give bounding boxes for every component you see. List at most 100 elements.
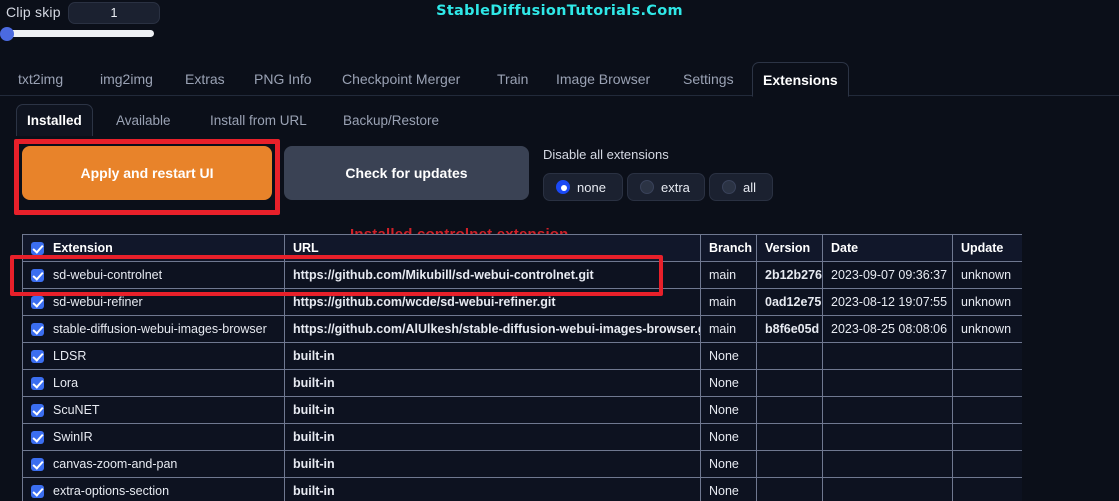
table-row[interactable]: SwinIR built-in None [22, 423, 1022, 451]
extension-name: canvas-zoom-and-pan [53, 457, 178, 471]
cell-date [822, 423, 953, 451]
cell-url: https://github.com/Mikubill/sd-webui-con… [284, 261, 701, 289]
sub-tab-available[interactable]: Available [106, 104, 181, 136]
cell-version: 0ad12e75 [756, 288, 823, 316]
table-row[interactable]: Lora built-in None [22, 369, 1022, 397]
select-all-checkbox[interactable] [31, 241, 44, 255]
row-enable-checkbox[interactable] [31, 376, 44, 390]
main-tab-image-browser[interactable]: Image Browser [546, 62, 660, 96]
cell-branch: None [700, 477, 757, 501]
column-header-extension[interactable]: Extension [22, 234, 285, 262]
clip-skip-slider-track[interactable] [4, 30, 154, 37]
extension-name: ScuNET [53, 403, 100, 417]
table-row[interactable]: sd-webui-controlnet https://github.com/Mi… [22, 261, 1022, 289]
sub-tab-backup-restore[interactable]: Backup/Restore [333, 104, 449, 136]
radio-option-all[interactable]: all [709, 173, 773, 201]
cell-date [822, 342, 953, 370]
cell-update: unknown [952, 261, 1022, 289]
sub-tab-install-from-url[interactable]: Install from URL [200, 104, 317, 136]
cell-extension: stable-diffusion-webui-images-browser [22, 315, 285, 343]
cell-extension: canvas-zoom-and-pan [22, 450, 285, 478]
clip-skip-slider-thumb[interactable] [0, 27, 14, 41]
radio-dot-icon [722, 180, 736, 194]
sub-tab-installed[interactable]: Installed [16, 104, 93, 136]
radio-option-label: all [743, 179, 757, 195]
cell-branch: None [700, 342, 757, 370]
row-enable-checkbox[interactable] [31, 349, 44, 363]
cell-url: built-in [284, 477, 701, 501]
cell-url: built-in [284, 369, 701, 397]
cell-url: built-in [284, 396, 701, 424]
table-header-row: Extension URL Branch Version Date Update [22, 234, 1022, 262]
installed-extensions-table-container: Extension URL Branch Version Date Update sd-w… [22, 234, 1022, 501]
cell-update [952, 477, 1022, 501]
radio-option-none[interactable]: none [543, 173, 623, 201]
cell-version [756, 342, 823, 370]
cell-version [756, 369, 823, 397]
apply-and-restart-ui-button[interactable]: Apply and restart UI [22, 146, 272, 200]
cell-version [756, 396, 823, 424]
row-enable-checkbox[interactable] [31, 457, 44, 471]
cell-url: built-in [284, 423, 701, 451]
cell-url: built-in [284, 450, 701, 478]
cell-extension: sd-webui-refiner [22, 288, 285, 316]
main-tab-extras[interactable]: Extras [175, 62, 235, 96]
radio-option-label: extra [661, 179, 690, 195]
cell-update [952, 450, 1022, 478]
row-enable-checkbox[interactable] [31, 268, 44, 282]
cell-date [822, 450, 953, 478]
main-tab-txt2img[interactable]: txt2img [8, 62, 73, 96]
cell-extension: Lora [22, 369, 285, 397]
site-watermark: StableDiffusionTutorials.Com [436, 3, 683, 19]
table-row[interactable]: extra-options-section built-in None [22, 477, 1022, 501]
row-enable-checkbox[interactable] [31, 484, 44, 498]
extension-name: extra-options-section [53, 484, 170, 498]
radio-dot-icon [640, 180, 654, 194]
cell-branch: None [700, 369, 757, 397]
cell-date [822, 396, 953, 424]
column-header-version[interactable]: Version [756, 234, 823, 262]
cell-date [822, 369, 953, 397]
cell-date: 2023-09-07 09:36:37 [822, 261, 953, 289]
disable-all-extensions-label: Disable all extensions [543, 147, 669, 162]
cell-version [756, 450, 823, 478]
cell-branch: None [700, 423, 757, 451]
row-enable-checkbox[interactable] [31, 322, 44, 336]
table-row[interactable]: canvas-zoom-and-pan built-in None [22, 450, 1022, 478]
main-tab-train[interactable]: Train [487, 62, 538, 96]
table-row[interactable]: ScuNET built-in None [22, 396, 1022, 424]
cell-version [756, 477, 823, 501]
main-tab-extensions[interactable]: Extensions [752, 62, 849, 97]
extension-name: stable-diffusion-webui-images-browser [53, 322, 267, 336]
main-tab-settings[interactable]: Settings [673, 62, 744, 96]
cell-date: 2023-08-12 19:07:55 [822, 288, 953, 316]
row-enable-checkbox[interactable] [31, 430, 44, 444]
check-for-updates-button[interactable]: Check for updates [284, 146, 529, 200]
radio-option-extra[interactable]: extra [627, 173, 705, 201]
column-header-date[interactable]: Date [822, 234, 953, 262]
cell-update [952, 423, 1022, 451]
extension-name: Lora [53, 376, 79, 390]
cell-version: 2b12b276 [756, 261, 823, 289]
cell-date: 2023-08-25 08:08:06 [822, 315, 953, 343]
main-tab-checkpoint-merger[interactable]: Checkpoint Merger [332, 62, 470, 96]
cell-url: https://github.com/wcde/sd-webui-refiner… [284, 288, 701, 316]
table-row[interactable]: LDSR built-in None [22, 342, 1022, 370]
column-header-label: Extension [53, 241, 113, 255]
table-row[interactable]: stable-diffusion-webui-images-browser htt… [22, 315, 1022, 343]
table-head: Extension URL Branch Version Date Update [22, 234, 1022, 262]
column-header-update[interactable]: Update [952, 234, 1022, 262]
cell-update [952, 369, 1022, 397]
table-row[interactable]: sd-webui-refiner https://github.com/wcde/… [22, 288, 1022, 316]
column-header-url[interactable]: URL [284, 234, 701, 262]
main-tab-png-info[interactable]: PNG Info [244, 62, 322, 96]
column-header-branch[interactable]: Branch [700, 234, 757, 262]
installed-extensions-table: Extension URL Branch Version Date Update sd-w… [22, 234, 1022, 501]
cell-version: b8f6e05d [756, 315, 823, 343]
row-enable-checkbox[interactable] [31, 403, 44, 417]
extension-name: sd-webui-controlnet [53, 268, 163, 282]
row-enable-checkbox[interactable] [31, 295, 44, 309]
table-body: sd-webui-controlnet https://github.com/Mi… [22, 261, 1022, 501]
radio-dot-icon [556, 180, 570, 194]
main-tab-img2img[interactable]: img2img [90, 62, 163, 96]
